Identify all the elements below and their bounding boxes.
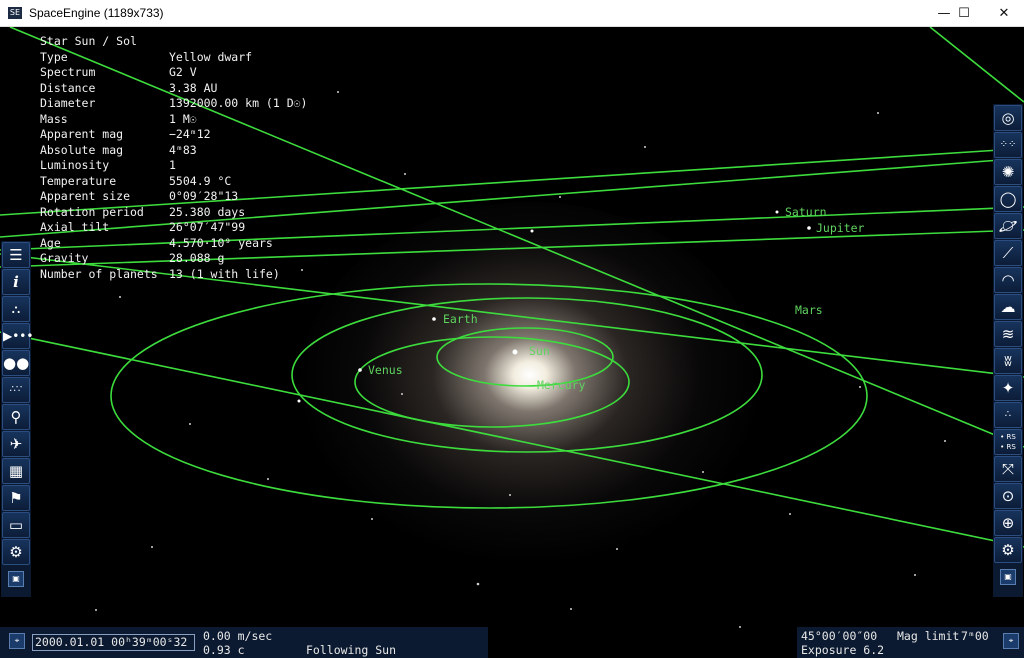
rs-label-2: RS bbox=[1006, 443, 1016, 451]
speed-readout: 0.00 m/sec bbox=[203, 629, 273, 643]
calendar-icon[interactable]: ▦ bbox=[2, 458, 30, 484]
info-row-10: Apparent size 0°09′28"13 bbox=[40, 189, 239, 203]
fov-readout: 45°00′00″00 bbox=[801, 629, 878, 643]
rs-labels-icon[interactable]: • RS • RS bbox=[994, 429, 1022, 455]
globe-icon[interactable]: ⊕ bbox=[994, 510, 1022, 536]
clouds-icon[interactable]: ☁ bbox=[994, 294, 1022, 320]
info-row-8: Luminosity 1 bbox=[40, 158, 176, 172]
orbits-icon[interactable]: ⟋ bbox=[994, 240, 1022, 266]
settings-icon-right[interactable]: ⚙ bbox=[994, 537, 1022, 563]
info-row-0: Star Sun / Sol bbox=[40, 34, 137, 48]
label-mercury[interactable]: Mercury bbox=[537, 378, 585, 392]
planetarium-icon[interactable]: ⛬ bbox=[2, 296, 30, 322]
info-row-5: Mass 1 M☉ bbox=[40, 111, 197, 126]
orbit-pluto bbox=[0, 331, 1024, 548]
galaxies-icon[interactable]: ◎ bbox=[994, 105, 1022, 131]
following-status: Following Sun bbox=[306, 643, 397, 657]
info-row-11: Rotation period 25.380 days bbox=[40, 204, 246, 219]
info-row-4: Diameter 1392000.00 km (1 D☉) bbox=[40, 96, 308, 110]
info-row-13: Age 4.570·10⁹ years bbox=[40, 235, 273, 250]
label-earth[interactable]: Earth bbox=[443, 312, 478, 326]
right-toolbar: ◎ ⁘⁘ ✺ ◯ 🪐︎ ⟋ ◠ ☁ ≋ ʬ ✦ ∴ • RS • RS ⤧ ⊙ ⊕… bbox=[993, 104, 1023, 597]
flag-icon[interactable]: ⚑ bbox=[2, 485, 30, 511]
info-row-14: Gravity 28.088 g bbox=[40, 251, 225, 265]
status-left-icon[interactable]: ⌖ bbox=[9, 633, 25, 649]
speed-c-readout: 0.93 c bbox=[203, 643, 245, 657]
left-toolbar: ☰ i ⛬ ▶••• ●● ∴∵ ⚲ ✈ ▦ ⚑ ▭ ⚙ ▣ bbox=[1, 241, 33, 597]
info-row-7: Absolute mag 4ᵐ83 bbox=[40, 142, 197, 157]
nebulae-icon[interactable]: ✺ bbox=[994, 159, 1022, 185]
orbit-earth bbox=[291, 297, 763, 453]
time-status-bar: ⌖ 2000.01.01 00ʰ39ᵐ00ˢ32 0.00 m/sec 0.93… bbox=[0, 627, 488, 658]
planets-icon[interactable]: 🪐︎ bbox=[994, 213, 1022, 239]
rings-icon[interactable]: ◯ bbox=[994, 186, 1022, 212]
object-info-panel: Star Sun / Sol Type Yellow dwarf Spectrum… bbox=[40, 34, 307, 282]
date-field[interactable]: 2000.01.01 00ʰ39ᵐ00ˢ32 bbox=[32, 634, 195, 651]
rs-label-1: RS bbox=[1006, 433, 1016, 441]
mag-limit-value: 7ᵐ00 bbox=[961, 629, 989, 643]
orbit-haumea bbox=[929, 27, 1024, 103]
orbit-mercury bbox=[436, 327, 614, 387]
settings-icon[interactable]: ⚙ bbox=[2, 539, 30, 565]
display-icon[interactable]: ▭ bbox=[2, 512, 30, 538]
window-title: SpaceEngine (1189x733) bbox=[29, 6, 164, 20]
app-icon: SE bbox=[8, 7, 22, 19]
expand-right-toolbar-icon[interactable]: ▣ bbox=[1000, 569, 1016, 585]
info-row-3: Distance 3.38 AU bbox=[40, 80, 218, 95]
target-icon[interactable]: ⊙ bbox=[994, 483, 1022, 509]
info-row-2: Spectrum G2 V bbox=[40, 65, 197, 79]
stars-icon[interactable]: ✦ bbox=[994, 375, 1022, 401]
info-row-9: Temperature 5504.9 °C bbox=[40, 173, 232, 188]
search-icon[interactable]: ⚲ bbox=[2, 404, 30, 430]
maximize-button[interactable]: ☐ bbox=[944, 0, 984, 27]
label-mars[interactable]: Mars bbox=[795, 303, 823, 317]
points-icon[interactable]: ∴ bbox=[994, 402, 1022, 428]
rocket-icon[interactable]: ✈ bbox=[2, 431, 30, 457]
water-icon[interactable]: ≋ bbox=[994, 321, 1022, 347]
window-titlebar: SE SpaceEngine (1189x733) — ☐ ✕ bbox=[0, 0, 1024, 27]
aurora-icon[interactable]: ʬ bbox=[994, 348, 1022, 374]
info-icon[interactable]: i bbox=[2, 269, 30, 295]
label-sun[interactable]: Sun bbox=[529, 344, 550, 358]
info-row-1: Type Yellow dwarf bbox=[40, 49, 253, 64]
atmospheres-icon[interactable]: ◠ bbox=[994, 267, 1022, 293]
close-button[interactable]: ✕ bbox=[984, 0, 1024, 27]
status-right-icon[interactable]: ⌖ bbox=[1003, 633, 1019, 649]
expand-left-toolbar-icon[interactable]: ▣ bbox=[8, 571, 24, 587]
mag-limit-label: Mag limit bbox=[897, 629, 960, 643]
binoculars-icon[interactable]: ●● bbox=[2, 350, 30, 376]
info-row-6: Apparent mag −24ᵐ12 bbox=[40, 127, 211, 141]
clusters-icon[interactable]: ⁘⁘ bbox=[994, 132, 1022, 158]
label-saturn[interactable]: Saturn bbox=[785, 205, 827, 219]
exposure-readout: Exposure 6.2 bbox=[801, 643, 885, 657]
label-venus[interactable]: Venus bbox=[368, 363, 403, 377]
info-row-15: Number of planets 13 (1 with life) bbox=[40, 266, 280, 281]
menu-icon[interactable]: ☰ bbox=[2, 242, 30, 268]
ship-icon[interactable]: ▶••• bbox=[2, 323, 33, 349]
orbit-venus bbox=[354, 336, 630, 428]
label-jupiter[interactable]: Jupiter bbox=[816, 221, 864, 235]
info-row-12: Axial tilt 26°07′47"99 bbox=[40, 220, 246, 234]
star-field-icon[interactable]: ∴∵ bbox=[2, 377, 30, 403]
space-viewport[interactable]: Sun Mercury Venus Earth Mars Jupiter Sat… bbox=[0, 27, 1024, 658]
fullscreen-icon[interactable]: ⤧ bbox=[994, 456, 1022, 482]
view-status-bar: 45°00′00″00 Mag limit 7ᵐ00 Exposure 6.2 … bbox=[797, 627, 1024, 658]
